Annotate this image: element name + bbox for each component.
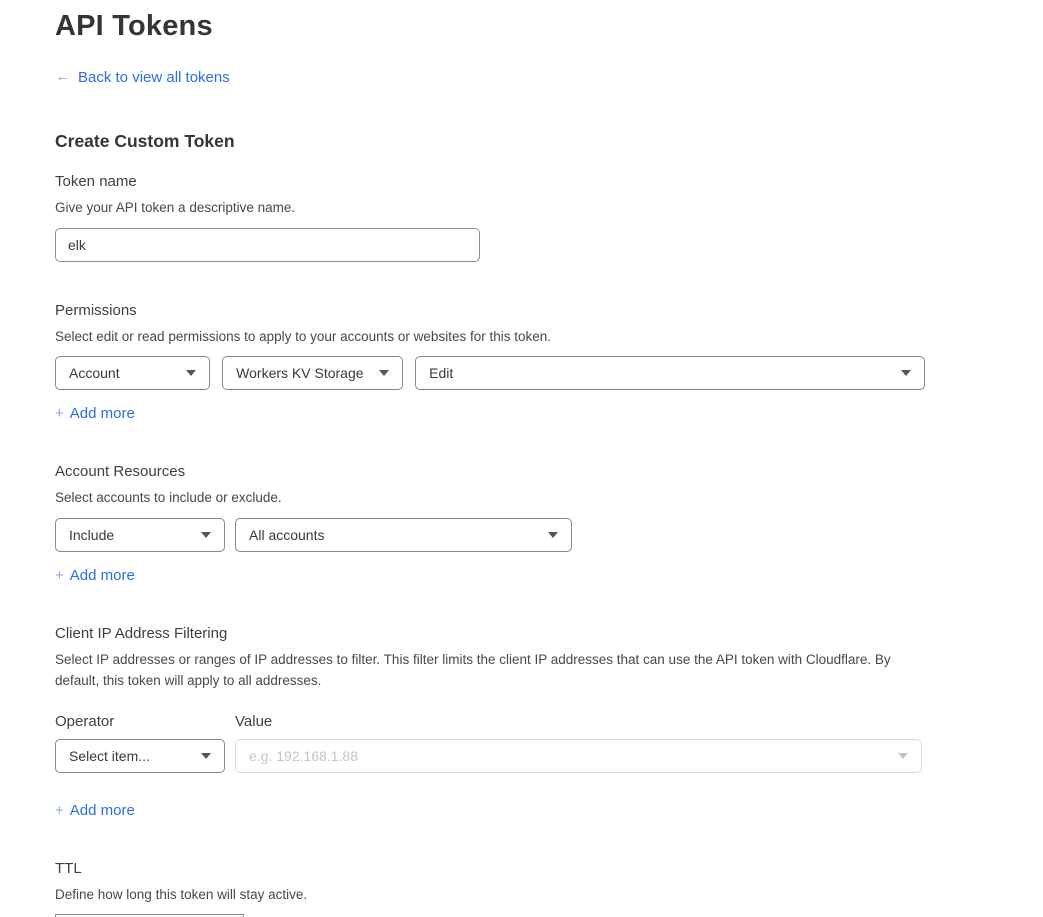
ttl-label: TTL — [55, 860, 925, 877]
operator-value-labels: Operator Value — [55, 713, 925, 730]
account-resources-help: Select accounts to include or exclude. — [55, 487, 925, 509]
permissions-row: Account Workers KV Storage Edit — [55, 356, 925, 390]
operator-value: Select item... — [69, 748, 150, 764]
account-resources-row: Include All accounts — [55, 518, 925, 552]
token-name-label: Token name — [55, 173, 925, 190]
chevron-down-icon — [548, 532, 558, 538]
ttl-date-range-picker[interactable]: Start Date → End Date — [55, 914, 244, 917]
chevron-down-icon — [201, 532, 211, 538]
operator-select[interactable]: Select item... — [55, 739, 225, 773]
ip-value-select[interactable]: e.g. 192.168.1.88 — [235, 739, 922, 773]
plus-icon: + — [55, 802, 64, 819]
token-name-help: Give your API token a descriptive name. — [55, 197, 925, 219]
accounts-value: All accounts — [249, 527, 324, 543]
operator-label: Operator — [55, 713, 235, 730]
chevron-down-icon — [898, 753, 908, 759]
account-resources-add-more-link[interactable]: + Add more — [55, 567, 135, 584]
include-exclude-select[interactable]: Include — [55, 518, 225, 552]
back-link-label: Back to view all tokens — [78, 69, 230, 86]
back-arrow-icon: ← — [55, 68, 71, 86]
permissions-add-more-link[interactable]: + Add more — [55, 405, 135, 422]
permissions-label: Permissions — [55, 302, 925, 319]
chevron-down-icon — [379, 370, 389, 376]
add-more-label: Add more — [70, 567, 135, 584]
permission-scope-select[interactable]: Account — [55, 356, 210, 390]
account-resources-label: Account Resources — [55, 463, 925, 480]
back-to-tokens-link[interactable]: ← Back to view all tokens — [55, 68, 230, 86]
include-exclude-value: Include — [69, 527, 114, 543]
permissions-help: Select edit or read permissions to apply… — [55, 326, 925, 348]
token-name-input[interactable] — [55, 228, 480, 262]
accounts-select[interactable]: All accounts — [235, 518, 572, 552]
page-title: API Tokens — [55, 10, 925, 43]
add-more-label: Add more — [70, 405, 135, 422]
add-more-label: Add more — [70, 802, 135, 819]
ttl-help: Define how long this token will stay act… — [55, 884, 925, 906]
api-tokens-page: API Tokens ← Back to view all tokens Cre… — [0, 0, 925, 917]
chevron-down-icon — [201, 753, 211, 759]
ip-filtering-help: Select IP addresses or ranges of IP addr… — [55, 649, 921, 692]
ip-value-placeholder: e.g. 192.168.1.88 — [249, 748, 358, 764]
permission-resource-select[interactable]: Workers KV Storage — [222, 356, 403, 390]
ip-filtering-row: Select item... e.g. 192.168.1.88 — [55, 739, 925, 773]
create-custom-token-heading: Create Custom Token — [55, 131, 925, 152]
permission-scope-value: Account — [69, 365, 120, 381]
permission-access-value: Edit — [429, 365, 453, 381]
plus-icon: + — [55, 405, 64, 422]
chevron-down-icon — [186, 370, 196, 376]
permission-resource-value: Workers KV Storage — [236, 365, 363, 381]
value-label: Value — [235, 713, 272, 730]
ip-filtering-add-more-link[interactable]: + Add more — [55, 802, 135, 819]
plus-icon: + — [55, 567, 64, 584]
chevron-down-icon — [901, 370, 911, 376]
permission-access-select[interactable]: Edit — [415, 356, 925, 390]
ip-filtering-label: Client IP Address Filtering — [55, 625, 925, 642]
